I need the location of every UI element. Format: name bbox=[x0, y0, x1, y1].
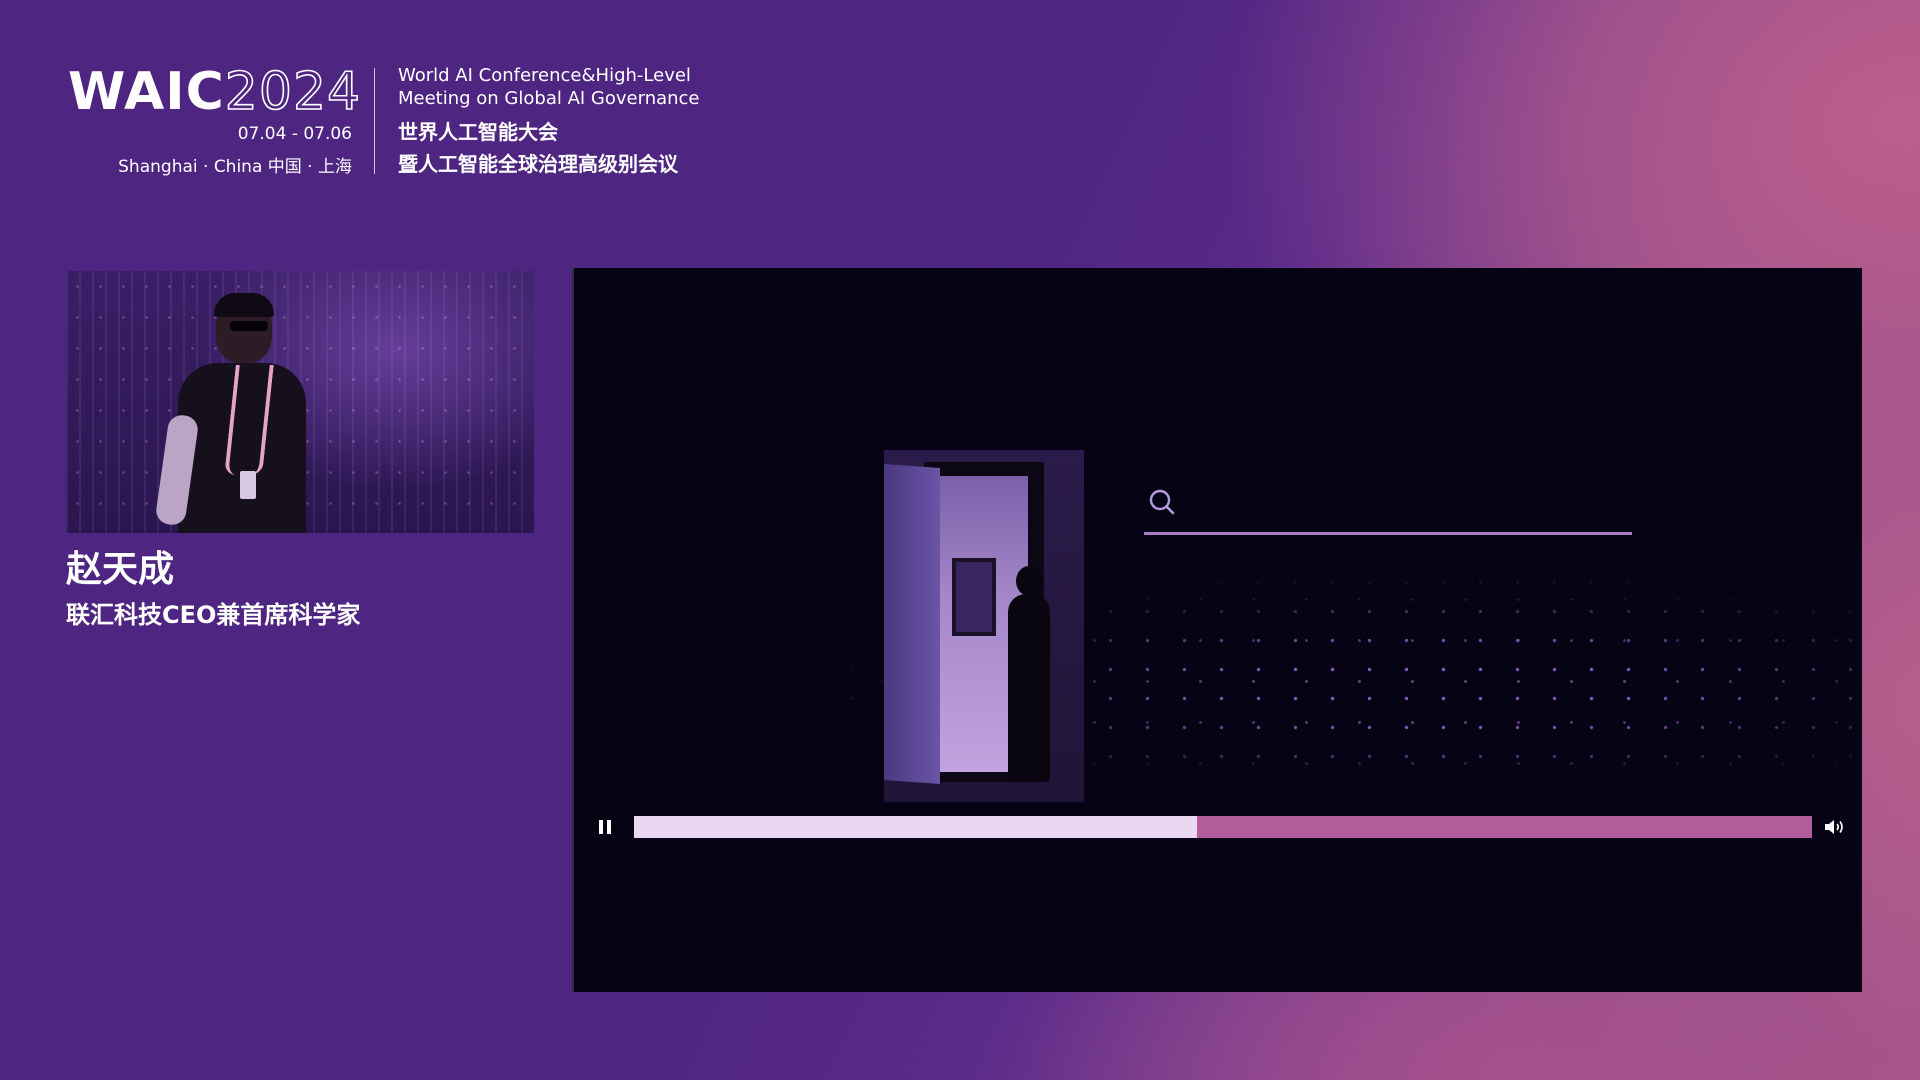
speaker-title: 联汇科技CEO兼首席科学家 bbox=[66, 601, 361, 629]
search-underline bbox=[1144, 532, 1632, 535]
video-door-scene bbox=[884, 450, 1084, 802]
speaker-glasses bbox=[230, 321, 268, 331]
speaker-camera-feed bbox=[66, 271, 534, 533]
video-search-bar[interactable] bbox=[1144, 488, 1632, 535]
video-search-input[interactable] bbox=[1184, 490, 1628, 518]
speaker-name: 赵天成 bbox=[66, 549, 175, 590]
event-dates: 07.04 - 07.06 bbox=[237, 124, 352, 144]
header-divider bbox=[374, 68, 375, 174]
conference-title: World AI Conference&High-Level Meeting o… bbox=[398, 64, 700, 180]
logo-waic-text: WAIC bbox=[68, 62, 225, 122]
conference-title-cn-line2: 暨人工智能全球治理高级别会议 bbox=[398, 152, 678, 176]
volume-button[interactable] bbox=[1822, 816, 1846, 838]
person-silhouette bbox=[1006, 566, 1052, 782]
conference-title-en-line1: World AI Conference&High-Level bbox=[398, 65, 691, 86]
logo-wordmark: WAIC2024 bbox=[68, 61, 362, 123]
speaker-figure bbox=[154, 293, 326, 533]
pause-button[interactable] bbox=[594, 816, 616, 838]
video-progress-bar[interactable] bbox=[634, 816, 1812, 838]
search-icon bbox=[1149, 489, 1175, 515]
pause-icon bbox=[599, 820, 603, 834]
video-progress-played bbox=[634, 816, 1198, 838]
silhouette-body bbox=[1008, 594, 1050, 782]
pause-icon-bar bbox=[607, 820, 611, 834]
video-controls bbox=[574, 808, 1862, 848]
silhouette-head bbox=[1016, 566, 1042, 596]
video-particle-field bbox=[574, 568, 1862, 768]
open-door bbox=[884, 464, 940, 784]
volume-icon bbox=[1825, 820, 1843, 834]
conference-title-cn-line1: 世界人工智能大会 bbox=[398, 120, 558, 144]
speaker-badge bbox=[240, 471, 256, 499]
video-player[interactable] bbox=[572, 268, 1862, 992]
conference-title-en-line2: Meeting on Global AI Governance bbox=[398, 88, 700, 109]
event-location: Shanghai · China 中国 · 上海 bbox=[118, 157, 352, 177]
speaker-hair bbox=[214, 293, 274, 317]
logo-year-text: 2024 bbox=[224, 61, 362, 123]
corridor-window bbox=[952, 558, 996, 636]
waic-logo: WAIC2024 07.04 - 07.06 Shanghai · China … bbox=[68, 61, 361, 182]
